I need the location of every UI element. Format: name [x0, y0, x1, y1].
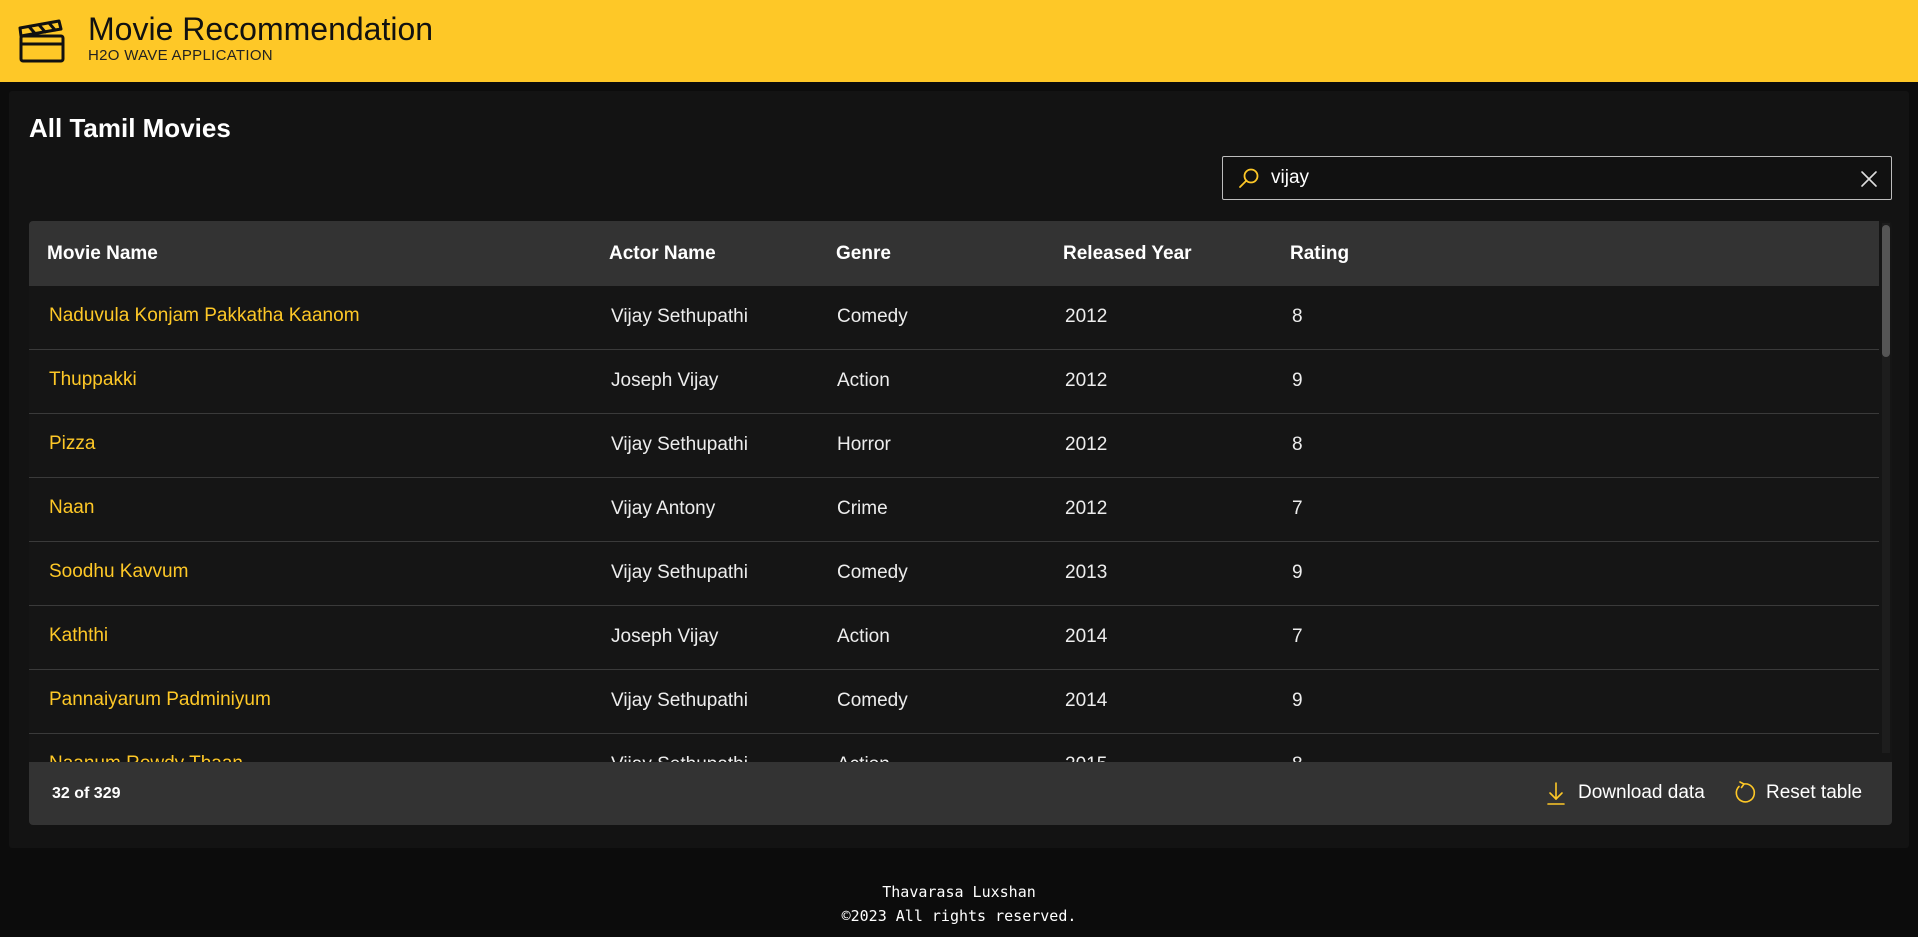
movie-name-link[interactable]: Pannaiyarum Padminiyum	[49, 689, 271, 711]
table-row[interactable]: Thuppakki Joseph Vijay Action 2012 9	[29, 350, 1879, 414]
app-title: Movie Recommendation	[88, 11, 434, 47]
close-icon[interactable]	[1859, 169, 1879, 189]
refresh-icon	[1735, 781, 1756, 803]
year-cell: 2012	[1065, 434, 1108, 455]
table-footer: 32 of 329 Download data Reset table	[29, 762, 1892, 825]
rating-cell: 9	[1292, 690, 1303, 711]
actor-name-cell: Vijay Sethupathi	[611, 562, 748, 583]
download-data-button[interactable]: Download data	[1544, 778, 1705, 808]
actor-name-cell: Vijay Sethupathi	[611, 306, 748, 327]
search-box[interactable]	[1222, 156, 1892, 200]
table-row[interactable]: Soodhu Kavvum Vijay Sethupathi Comedy 20…	[29, 542, 1879, 606]
movie-name-link[interactable]: Kaththi	[49, 625, 108, 647]
column-header-actor-name[interactable]: Actor Name	[609, 243, 716, 265]
rating-cell: 8	[1292, 754, 1303, 762]
genre-cell: Action	[837, 626, 890, 647]
genre-cell: Comedy	[837, 306, 908, 327]
table-body: Naduvula Konjam Pakkatha Kaanom Vijay Se…	[29, 286, 1879, 762]
footer-author: Thavarasa Luxshan	[882, 883, 1036, 901]
movie-name-link[interactable]: Pizza	[49, 433, 95, 455]
header-text: Movie Recommendation H2O WAVE APPLICATIO…	[88, 10, 433, 64]
genre-cell: Comedy	[837, 562, 908, 583]
search-input[interactable]	[1271, 163, 1831, 193]
year-cell: 2012	[1065, 306, 1108, 327]
year-cell: 2014	[1065, 626, 1108, 647]
year-cell: 2015	[1065, 754, 1107, 762]
movie-name-link[interactable]: Thuppakki	[49, 369, 137, 391]
movies-table: Movie Name Actor Name Genre Released Yea…	[29, 221, 1892, 825]
reset-table-button[interactable]: Reset table	[1732, 778, 1862, 808]
genre-cell: Action	[837, 370, 890, 391]
movies-card: All Tamil Movies Movie Name Actor Name G…	[9, 91, 1909, 848]
table-header: Movie Name Actor Name Genre Released Yea…	[29, 221, 1879, 286]
rating-cell: 7	[1292, 626, 1303, 647]
actor-name-cell: Joseph Vijay	[611, 370, 719, 391]
table-row[interactable]: Naanum Rowdy Thaan Vijay Sethupathi Acti…	[29, 734, 1879, 762]
table-row[interactable]: Naan Vijay Antony Crime 2012 7	[29, 478, 1879, 542]
movie-name-link[interactable]: Naduvula Konjam Pakkatha Kaanom	[49, 305, 360, 327]
genre-cell: Comedy	[837, 690, 908, 711]
year-cell: 2013	[1065, 562, 1108, 583]
clapperboard-icon	[18, 19, 65, 63]
rating-cell: 8	[1292, 306, 1303, 327]
actor-name-cell: Joseph Vijay	[611, 626, 719, 647]
table-scrollbar[interactable]	[1882, 223, 1890, 753]
actor-name-cell: Vijay Antony	[611, 498, 716, 519]
card-title: All Tamil Movies	[29, 113, 231, 143]
year-cell: 2012	[1065, 370, 1108, 391]
column-header-movie-name[interactable]: Movie Name	[47, 243, 158, 265]
footer-copyright: ©2023 All rights reserved.	[841, 907, 1077, 925]
reset-table-label: Reset table	[1766, 782, 1863, 803]
column-header-genre[interactable]: Genre	[836, 243, 891, 265]
movie-name-link[interactable]: Naan	[49, 497, 94, 519]
actor-name-cell: Vijay Sethupathi	[611, 690, 748, 711]
rating-cell: 7	[1292, 498, 1303, 519]
genre-cell: Action	[837, 754, 890, 762]
table-row[interactable]: Kaththi Joseph Vijay Action 2014 7	[29, 606, 1879, 670]
search-icon	[1239, 168, 1259, 188]
row-count: 32 of 329	[52, 785, 121, 802]
rating-cell: 8	[1292, 434, 1303, 455]
column-header-released-year[interactable]: Released Year	[1063, 243, 1192, 265]
movie-name-link[interactable]: Soodhu Kavvum	[49, 561, 188, 583]
download-icon	[1547, 782, 1565, 805]
table-row[interactable]: Pannaiyarum Padminiyum Vijay Sethupathi …	[29, 670, 1879, 734]
download-data-label: Download data	[1578, 782, 1705, 803]
table-row[interactable]: Naduvula Konjam Pakkatha Kaanom Vijay Se…	[29, 286, 1879, 350]
column-header-rating[interactable]: Rating	[1290, 243, 1349, 265]
rating-cell: 9	[1292, 562, 1303, 583]
actor-name-cell: Vijay Sethupathi	[611, 754, 748, 762]
scrollbar-thumb[interactable]	[1882, 225, 1890, 357]
year-cell: 2012	[1065, 498, 1108, 519]
genre-cell: Horror	[837, 434, 891, 455]
app-header: Movie Recommendation H2O WAVE APPLICATIO…	[0, 0, 1918, 82]
year-cell: 2014	[1065, 690, 1108, 711]
rating-cell: 9	[1292, 370, 1303, 391]
table-row[interactable]: Pizza Vijay Sethupathi Horror 2012 8	[29, 414, 1879, 478]
app-subtitle: H2O WAVE APPLICATION	[88, 47, 273, 64]
actor-name-cell: Vijay Sethupathi	[611, 434, 748, 455]
genre-cell: Crime	[837, 498, 888, 519]
page-footer: Thavarasa Luxshan ©2023 All rights reser…	[0, 880, 1918, 928]
movie-name-link[interactable]: Naanum Rowdy Thaan	[49, 753, 243, 762]
